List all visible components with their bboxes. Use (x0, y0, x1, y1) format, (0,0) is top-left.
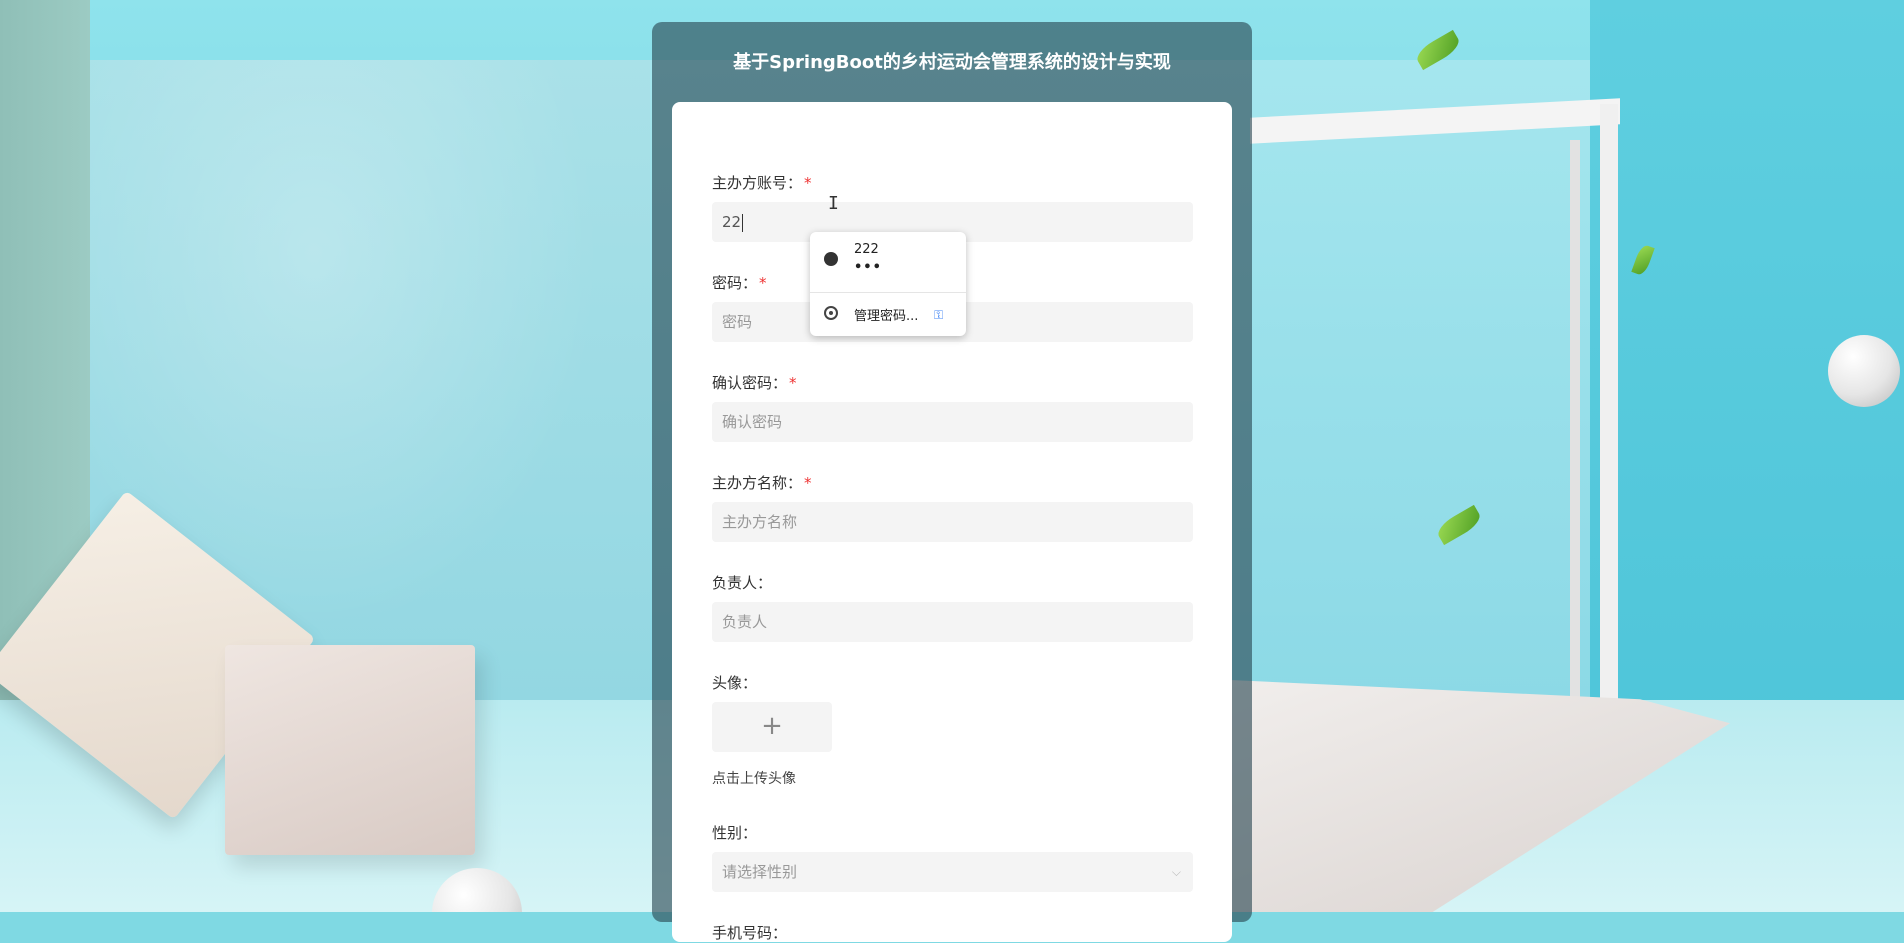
avatar-hint: 点击上传头像 (712, 771, 796, 787)
key-icon: ⚿ (934, 308, 944, 322)
password-autofill-popup: 222 ••• 管理密码... ⚿ (810, 232, 966, 336)
confirm-password-label: 确认密码： * (712, 374, 797, 392)
saved-password-mask: ••• (854, 260, 882, 275)
organizer-name-input[interactable]: 主办方名称 (712, 502, 1193, 542)
register-form: 主办方账号： * 22 密码： * 密码 确认密码： * 确认密码 主办方名称： * 主… (672, 102, 1232, 942)
phone-label: 手机号码： (712, 924, 788, 942)
register-panel: 基于SpringBoot的乡村运动会管理系统的设计与实现 主办方账号： * 22 … (652, 22, 1252, 942)
password-label: 密码： * (712, 274, 767, 292)
required-mark: * (804, 174, 812, 192)
gender-select[interactable]: 请选择性别 ⌵ (712, 852, 1193, 892)
required-mark: * (789, 374, 797, 392)
saved-username: 222 (854, 242, 879, 257)
required-mark: * (759, 274, 767, 292)
chrome-icon (824, 306, 838, 320)
door-frame-side (1600, 104, 1618, 744)
avatar-label: 头像： (712, 674, 758, 692)
contact-person-label: 负责人： (712, 574, 773, 592)
decor-cube (225, 645, 475, 855)
text-cursor-icon: I (828, 193, 839, 214)
gender-label: 性别： (712, 824, 758, 842)
avatar-upload-button[interactable]: + (712, 702, 832, 752)
globe-icon (824, 252, 838, 266)
manage-passwords-item[interactable]: 管理密码... ⚿ (810, 292, 966, 336)
door-frame-inner (1570, 140, 1580, 700)
manage-passwords-label: 管理密码... (854, 309, 919, 324)
saved-credential-item[interactable]: 222 ••• (810, 232, 966, 293)
confirm-password-input[interactable]: 确认密码 (712, 402, 1193, 442)
decor-ball (1828, 335, 1900, 407)
required-mark: * (804, 474, 812, 492)
page-title: 基于SpringBoot的乡村运动会管理系统的设计与实现 (733, 52, 1171, 73)
plus-icon: + (761, 711, 783, 741)
organizer-account-label: 主办方账号： * (712, 174, 812, 192)
chevron-down-icon: ⌵ (1171, 865, 1181, 879)
organizer-name-label: 主办方名称： * (712, 474, 812, 492)
contact-person-input[interactable]: 负责人 (712, 602, 1193, 642)
